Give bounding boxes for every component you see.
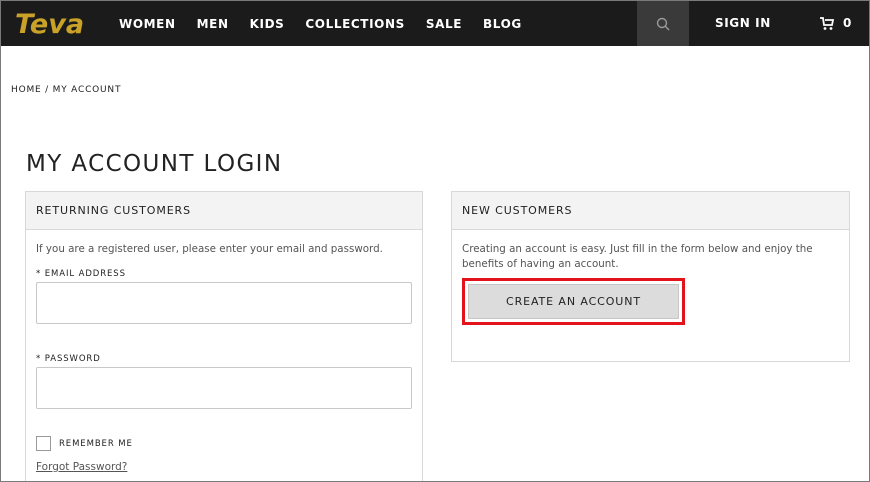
- site-header: Teva WOMEN MEN KIDS COLLECTIONS SALE BLO…: [1, 1, 869, 46]
- password-field[interactable]: [36, 367, 412, 409]
- remember-me-label[interactable]: REMEMBER ME: [59, 439, 133, 449]
- nav-item-collections[interactable]: COLLECTIONS: [305, 17, 404, 31]
- forgot-password-link[interactable]: Forgot Password?: [36, 461, 127, 473]
- email-label: * EMAIL ADDRESS: [36, 269, 126, 279]
- returning-customers-heading: RETURNING CUSTOMERS: [26, 192, 422, 230]
- teva-logo[interactable]: Teva: [13, 8, 87, 40]
- teva-logo-icon: Teva: [15, 9, 84, 40]
- password-label: * PASSWORD: [36, 354, 101, 364]
- nav-item-blog[interactable]: BLOG: [483, 17, 522, 31]
- svg-text:Teva: Teva: [15, 9, 84, 38]
- nav-item-sale[interactable]: SALE: [426, 17, 462, 31]
- breadcrumb[interactable]: HOME / MY ACCOUNT: [11, 85, 121, 95]
- create-account-highlight: CREATE AN ACCOUNT: [462, 278, 685, 325]
- nav-item-kids[interactable]: KIDS: [250, 17, 285, 31]
- returning-customers-panel: RETURNING CUSTOMERS If you are a registe…: [25, 191, 423, 481]
- email-field[interactable]: [36, 282, 412, 324]
- nav-item-men[interactable]: MEN: [197, 17, 229, 31]
- returning-description: If you are a registered user, please ent…: [36, 243, 383, 255]
- page-title: MY ACCOUNT LOGIN: [26, 151, 283, 177]
- create-account-button[interactable]: CREATE AN ACCOUNT: [468, 284, 679, 319]
- new-customers-panel: NEW CUSTOMERS Creating an account is eas…: [451, 191, 850, 362]
- new-customers-description: Creating an account is easy. Just fill i…: [462, 243, 813, 270]
- page: Teva WOMEN MEN KIDS COLLECTIONS SALE BLO…: [0, 0, 870, 482]
- new-customers-heading: NEW CUSTOMERS: [452, 192, 849, 230]
- search-icon: [656, 17, 670, 30]
- nav-item-women[interactable]: WOMEN: [119, 17, 176, 31]
- sign-in-link[interactable]: SIGN IN: [715, 1, 771, 46]
- cart-button[interactable]: 0: [819, 14, 851, 32]
- remember-me-checkbox[interactable]: [36, 436, 51, 451]
- main-nav: WOMEN MEN KIDS COLLECTIONS SALE BLOG: [119, 1, 543, 46]
- cart-count: 0: [843, 16, 852, 30]
- cart-icon: [820, 16, 835, 30]
- search-button[interactable]: [637, 1, 689, 46]
